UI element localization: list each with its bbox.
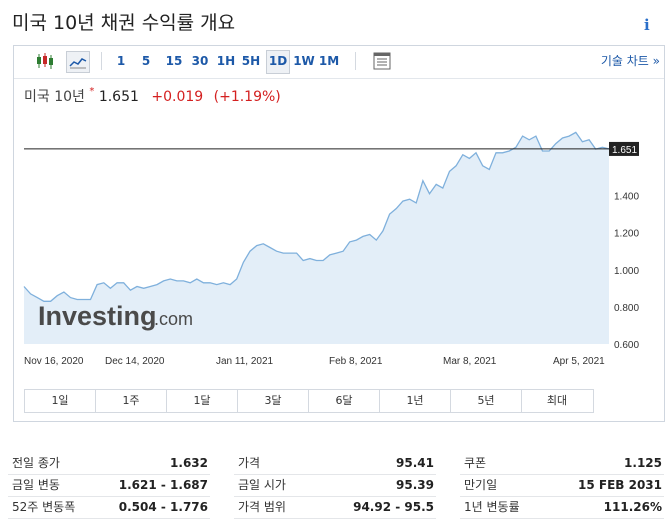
stat-value: 1.125 <box>624 456 662 470</box>
x-tick-label: Mar 8, 2021 <box>443 356 497 367</box>
stat-label: 금일 변동 <box>12 478 60 492</box>
stat-row: 금일 변동 1.621 - 1.687 <box>8 474 210 497</box>
stat-label: 1년 변동률 <box>464 500 520 514</box>
chart-toolbar: 1 5 15 30 1H 5H 1D 1W 1M 기술 차트 » <box>14 46 664 79</box>
svg-text:1.651: 1.651 <box>612 145 637 156</box>
range-1y[interactable]: 1년 <box>380 390 451 412</box>
page-title: 미국 10년 채권 수익률 개요 <box>12 12 236 34</box>
stat-row: 1년 변동률 111.26% <box>460 496 664 519</box>
price-change-percent: (+1.19%) <box>213 89 281 105</box>
quote-line: 미국 10년 * 1.651 +0.019 (+1.19%) <box>24 86 281 106</box>
stat-label: 52주 변동폭 <box>12 500 76 514</box>
range-1d[interactable]: 1일 <box>25 390 96 412</box>
stat-label: 가격 <box>238 456 261 470</box>
range-selector: 1일 1주 1달 3달 6달 1년 5년 최대 <box>24 389 594 413</box>
advanced-chart-link[interactable]: 기술 차트 » <box>601 52 660 69</box>
interval-30[interactable]: 30 <box>189 50 211 72</box>
stat-value: 95.41 <box>396 456 434 470</box>
range-6m[interactable]: 6달 <box>309 390 380 412</box>
x-tick-label: Feb 8, 2021 <box>329 356 383 367</box>
interval-1m[interactable]: 1M <box>318 50 340 72</box>
watermark-suffix: .com <box>154 309 193 329</box>
range-1m[interactable]: 1달 <box>167 390 238 412</box>
stat-label: 쿠폰 <box>464 456 487 470</box>
current-price: 1.651 <box>98 89 139 105</box>
stat-value: 0.504 - 1.776 <box>118 500 208 514</box>
watermark-logo: Investing <box>38 301 157 331</box>
info-icon[interactable]: i <box>644 16 650 34</box>
interval-5[interactable]: 5 <box>138 50 154 72</box>
toolbar-separator <box>355 52 356 70</box>
price-change: +0.019 <box>151 89 204 105</box>
range-1w[interactable]: 1주 <box>96 390 167 412</box>
price-chart[interactable]: 1.651 Investing .com 0.600 0.800 1.000 1.20… <box>14 108 664 388</box>
chart-panel: 1 5 15 30 1H 5H 1D 1W 1M 기술 차트 » 미국 10년 … <box>13 45 665 422</box>
x-tick-label: Apr 5, 2021 <box>553 356 605 367</box>
x-tick-label: Nov 16, 2020 <box>24 356 84 367</box>
stat-label: 전일 종가 <box>12 456 60 470</box>
stat-value: 1.621 - 1.687 <box>118 478 208 492</box>
stat-value: 111.26% <box>603 500 662 514</box>
y-tick-label: 1.400 <box>614 192 639 203</box>
stat-row: 가격 95.41 <box>234 452 436 475</box>
settings-sheet-icon[interactable] <box>371 51 393 71</box>
y-tick-label: 0.800 <box>614 303 639 314</box>
toolbar-separator <box>101 52 102 70</box>
x-tick-label: Jan 11, 2021 <box>216 356 274 367</box>
x-tick-label: Dec 14, 2020 <box>105 356 165 367</box>
stat-value: 1.632 <box>170 456 208 470</box>
current-price-tag: 1.651 <box>609 141 639 156</box>
stat-row: 가격 범위 94.92 - 95.5 <box>234 496 436 519</box>
interval-1[interactable]: 1 <box>113 50 129 72</box>
stat-row: 금일 시가 95.39 <box>234 474 436 497</box>
line-chart-icon[interactable] <box>66 51 90 73</box>
stat-row: 52주 변동폭 0.504 - 1.776 <box>8 496 210 519</box>
interval-15[interactable]: 15 <box>163 50 185 72</box>
interval-5h[interactable]: 5H <box>240 50 262 72</box>
interval-1h[interactable]: 1H <box>215 50 237 72</box>
y-tick-label: 1.200 <box>614 229 639 240</box>
range-max[interactable]: 최대 <box>522 390 592 412</box>
stat-value: 94.92 - 95.5 <box>353 500 434 514</box>
stat-value: 95.39 <box>396 478 434 492</box>
stat-value: 15 FEB 2031 <box>578 478 662 492</box>
interval-1w[interactable]: 1W <box>293 50 315 72</box>
interval-1d[interactable]: 1D <box>266 50 290 74</box>
delay-dot: * <box>89 86 95 97</box>
stat-row: 만기일 15 FEB 2031 <box>460 474 664 497</box>
instrument-name: 미국 10년 <box>24 89 85 105</box>
stat-label: 금일 시가 <box>238 478 286 492</box>
stat-row: 쿠폰 1.125 <box>460 452 664 475</box>
y-tick-label: 0.600 <box>614 340 639 351</box>
candlestick-icon[interactable] <box>34 51 56 71</box>
y-tick-label: 1.000 <box>614 266 639 277</box>
stat-row: 전일 종가 1.632 <box>8 452 210 475</box>
stat-label: 가격 범위 <box>238 500 286 514</box>
range-3m[interactable]: 3달 <box>238 390 309 412</box>
range-5y[interactable]: 5년 <box>451 390 522 412</box>
stat-label: 만기일 <box>464 478 498 492</box>
